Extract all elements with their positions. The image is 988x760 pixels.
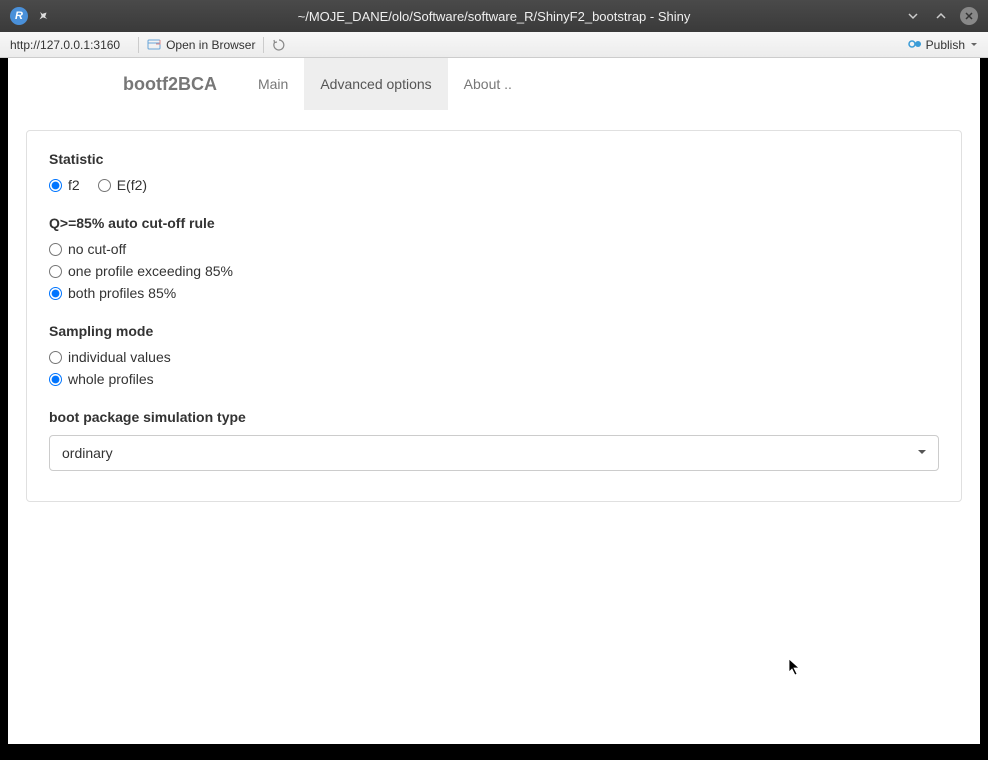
dropdown-caret-icon <box>970 38 978 52</box>
radio-individual[interactable]: individual values <box>49 349 939 365</box>
radio-label: one profile exceeding 85% <box>68 263 233 279</box>
sampling-group: Sampling mode individual values whole pr… <box>49 323 939 387</box>
close-icon[interactable] <box>960 7 978 25</box>
toolbar-separator <box>138 37 139 53</box>
radio-label: whole profiles <box>68 371 154 387</box>
tab-main[interactable]: Main <box>242 58 304 110</box>
radio-whole-profiles[interactable]: whole profiles <box>49 371 939 387</box>
publish-icon <box>907 38 921 52</box>
options-panel: Statistic f2 E(f2) Q>=85% auto cut-off r… <box>26 130 962 502</box>
simtype-group: boot package simulation type ordinary <box>49 409 939 471</box>
app-icon-letter: R <box>15 10 23 22</box>
statistic-radios: f2 E(f2) <box>49 177 939 193</box>
radio-label: no cut-off <box>68 241 126 257</box>
radio-label: individual values <box>68 349 171 365</box>
app-title: bootf2BCA <box>123 74 242 95</box>
titlebar-left-controls: R <box>10 7 50 25</box>
nav-tabs: Main Advanced options About .. <box>242 58 528 110</box>
radio-one-profile[interactable]: one profile exceeding 85% <box>49 263 939 279</box>
radio-ef2-input[interactable] <box>98 179 111 192</box>
publish-button[interactable]: Publish <box>907 38 978 52</box>
radio-no-cutoff[interactable]: no cut-off <box>49 241 939 257</box>
window-frame: R ~/MOJE_DANE/olo/Software/software_R/Sh… <box>0 0 988 760</box>
minimize-icon[interactable] <box>904 7 922 25</box>
tab-about[interactable]: About .. <box>448 58 528 110</box>
radio-label: both profiles 85% <box>68 285 176 301</box>
tab-label: Main <box>258 76 288 92</box>
simtype-select[interactable]: ordinary <box>49 435 939 471</box>
open-in-browser-button[interactable]: Open in Browser <box>147 38 255 52</box>
url-display: http://127.0.0.1:3160 <box>10 38 130 52</box>
open-browser-label: Open in Browser <box>166 38 255 52</box>
browser-icon <box>147 38 161 52</box>
maximize-icon[interactable] <box>932 7 950 25</box>
refresh-icon[interactable] <box>272 38 286 52</box>
titlebar-right-controls <box>904 7 978 25</box>
sampling-label: Sampling mode <box>49 323 939 339</box>
navbar: bootf2BCA Main Advanced options About .. <box>8 58 980 110</box>
simtype-value: ordinary <box>62 445 113 461</box>
radio-label: E(f2) <box>117 177 147 193</box>
radio-both-profiles[interactable]: both profiles 85% <box>49 285 939 301</box>
radio-ef2[interactable]: E(f2) <box>98 177 147 193</box>
statistic-label: Statistic <box>49 151 939 167</box>
toolbar-separator <box>263 37 264 53</box>
radio-whole-profiles-input[interactable] <box>49 373 62 386</box>
titlebar: R ~/MOJE_DANE/olo/Software/software_R/Sh… <box>0 0 988 32</box>
cutoff-label: Q>=85% auto cut-off rule <box>49 215 939 231</box>
radio-individual-input[interactable] <box>49 351 62 364</box>
pin-icon[interactable] <box>36 9 50 23</box>
radio-f2-input[interactable] <box>49 179 62 192</box>
window-title: ~/MOJE_DANE/olo/Software/software_R/Shin… <box>298 9 691 24</box>
simtype-select-wrapper: ordinary <box>49 435 939 471</box>
sampling-radios: individual values whole profiles <box>49 349 939 387</box>
tab-advanced-options[interactable]: Advanced options <box>304 58 447 110</box>
tab-label: Advanced options <box>320 76 431 92</box>
radio-label: f2 <box>68 177 80 193</box>
publish-label: Publish <box>926 38 965 52</box>
tab-label: About .. <box>464 76 512 92</box>
cutoff-radios: no cut-off one profile exceeding 85% bot… <box>49 241 939 301</box>
content-area: bootf2BCA Main Advanced options About ..… <box>8 58 980 744</box>
statistic-group: Statistic f2 E(f2) <box>49 151 939 193</box>
radio-one-profile-input[interactable] <box>49 265 62 278</box>
cutoff-group: Q>=85% auto cut-off rule no cut-off one … <box>49 215 939 301</box>
toolbar: http://127.0.0.1:3160 Open in Browser <box>0 32 988 58</box>
simtype-label: boot package simulation type <box>49 409 939 425</box>
radio-f2[interactable]: f2 <box>49 177 80 193</box>
radio-both-profiles-input[interactable] <box>49 287 62 300</box>
radio-no-cutoff-input[interactable] <box>49 243 62 256</box>
app-icon: R <box>10 7 28 25</box>
